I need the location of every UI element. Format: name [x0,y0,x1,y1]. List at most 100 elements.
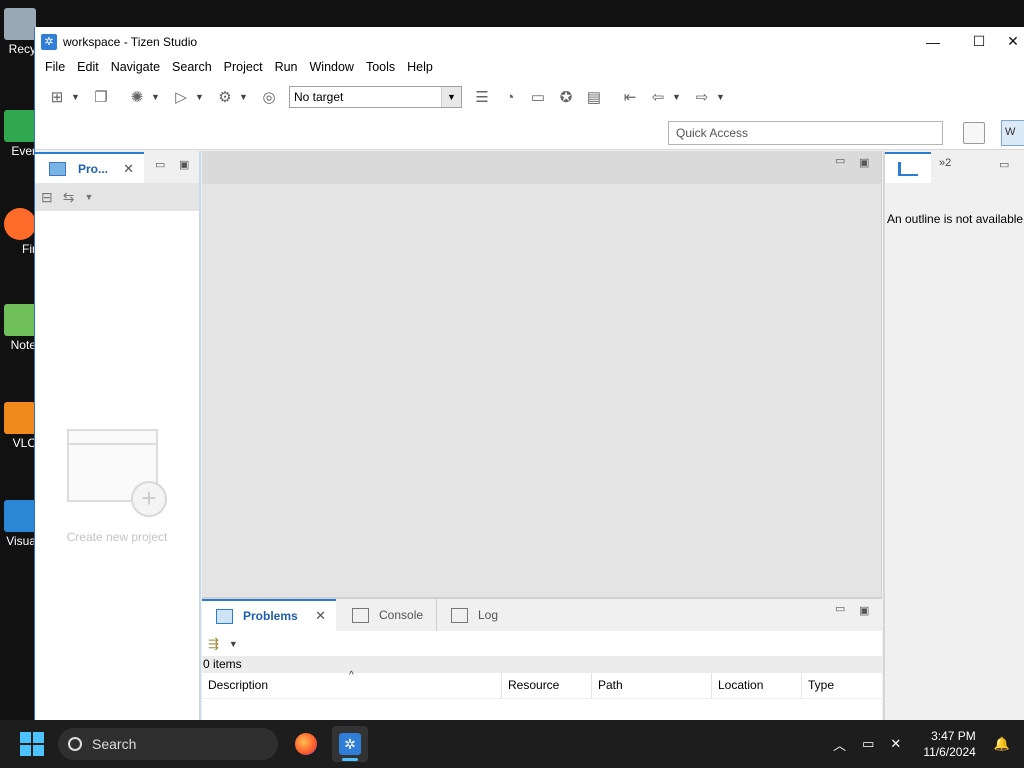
minimize-icon[interactable]: ▭ [835,154,845,167]
problems-toolbar: ⇶ ▼ [202,631,882,656]
firefox-icon [295,733,317,755]
column-resource[interactable]: Resource [502,673,592,698]
menu-run[interactable]: Run [269,60,304,74]
column-type[interactable]: Type [802,673,880,698]
debug-dropdown-icon[interactable]: ▼ [239,92,249,102]
tizen-logo-icon: ✲ [41,33,57,50]
search-icon [68,737,82,751]
system-tray: ︿ ▭ ✕ 3:47 PM 11/6/2024 🔔 [825,728,1024,760]
tab-log[interactable]: Log [436,599,516,631]
target-select[interactable]: No target ▼ [289,86,462,108]
taskbar: Search ✲ ︿ ▭ ✕ 3:47 PM 11/6/2024 🔔 [0,720,1024,768]
menu-window[interactable]: Window [304,60,360,74]
network-icon[interactable]: ▭ [862,736,874,752]
view-menu-icon[interactable]: ▼ [84,192,93,202]
tab-outline[interactable] [885,152,931,183]
menu-bar: File Edit Navigate Search Project Run Wi… [35,56,1024,78]
save-all-icon[interactable]: ❐ [90,86,112,108]
close-icon[interactable]: ✕ [123,161,134,177]
device-manager-icon[interactable]: ☰ [471,86,493,108]
taskbar-search[interactable]: Search [58,728,278,760]
minimize-icon[interactable]: ▭ [999,158,1009,171]
chevron-down-icon[interactable]: ▼ [441,87,461,107]
taskbar-firefox[interactable] [288,726,324,762]
window-title: workspace - Tizen Studio [63,34,198,49]
recycle-bin-icon [4,8,36,40]
tizen-logo-icon: ✲ [339,733,361,755]
chevron-up-icon[interactable]: ︿ [833,735,846,754]
maximize-icon[interactable]: ▣ [859,156,869,169]
column-location[interactable]: Location [712,673,802,698]
title-bar[interactable]: ✲ workspace - Tizen Studio — ☐ ✕ [35,27,1024,56]
run-icon[interactable]: ▷ [170,86,192,108]
close-button[interactable]: ✕ [1002,27,1024,56]
clock[interactable]: 3:47 PM 11/6/2024 [923,728,976,760]
open-perspective-icon[interactable] [963,122,985,144]
maximize-icon[interactable]: ▣ [179,158,189,171]
forward-arrow-icon[interactable]: ⇨ [691,86,713,108]
debug-icon[interactable]: ⚙ [214,86,236,108]
sort-caret-icon: ^ [349,670,354,681]
minimize-icon[interactable]: ▭ [835,602,845,615]
console-icon [352,607,369,623]
stop-icon[interactable]: ◎ [258,86,280,108]
profiler-icon[interactable]: ◔ [499,86,521,108]
build-dropdown-icon[interactable]: ▼ [151,92,161,102]
link-editor-icon[interactable]: ⇆ [63,189,75,206]
project-explorer-icon [49,161,66,176]
clock-time: 3:47 PM [931,729,976,743]
search-file-icon[interactable]: ▤ [583,86,605,108]
perspective-button[interactable]: W [1001,120,1024,146]
collapse-all-icon[interactable]: ⊟ [41,189,53,206]
firefox-icon [4,208,36,240]
menu-help[interactable]: Help [401,60,439,74]
notepad-icon [4,304,36,336]
tab-project-explorer[interactable]: Pro... ✕ [35,152,144,183]
create-new-project-link[interactable]: Create new project [35,530,199,544]
column-path[interactable]: Path [592,673,712,698]
minimize-icon[interactable]: ▭ [155,158,165,171]
taskbar-tizen-studio[interactable]: ✲ [332,726,368,762]
tab-problems[interactable]: Problems ✕ [202,599,336,631]
tab-console[interactable]: Console [338,599,436,631]
archive-icon[interactable]: ▭ [527,86,549,108]
problems-panel: Problems ✕ Console Log ▭ ▣ ⇶ ▼ 0 items ^… [202,597,882,720]
plus-icon[interactable]: + [131,481,167,517]
build-icon[interactable]: ✺ [126,86,148,108]
volume-muted-icon[interactable]: ✕ [890,736,901,752]
menu-search[interactable]: Search [166,60,218,74]
maximize-button[interactable]: ☐ [956,27,1002,56]
forward-dropdown-icon[interactable]: ▼ [716,92,726,102]
maximize-icon[interactable]: ▣ [859,604,869,617]
log-icon [451,607,468,623]
vlc-icon [4,402,36,434]
secondary-toolbar: Quick Access W [35,116,1024,150]
clock-date: 11/6/2024 [923,745,976,759]
back-arrow-icon[interactable]: ⇦ [647,86,669,108]
outline-panel: »2 ▭ An outline is not available. [883,151,1024,720]
notification-bell-icon[interactable]: 🔔 [994,736,1010,752]
run-dropdown-icon[interactable]: ▼ [195,92,205,102]
quick-access-input[interactable]: Quick Access [668,121,943,145]
last-edit-icon[interactable]: ⇤ [619,86,641,108]
new-dropdown-icon[interactable]: ▼ [71,92,81,102]
certificate-icon[interactable]: ✪ [555,86,577,108]
menu-tools[interactable]: Tools [360,60,401,74]
menu-navigate[interactable]: Navigate [105,60,166,74]
view-menu-icon[interactable]: ▼ [229,639,238,649]
start-button[interactable] [20,732,44,756]
close-icon[interactable]: ✕ [315,608,326,624]
project-explorer-tab-label: Pro... [78,161,109,176]
problems-table-header: ^ Description Resource Path Location Typ… [202,670,882,699]
filter-icon[interactable]: ⇶ [208,636,219,652]
outline-message: An outline is not available. [887,212,1024,226]
new-project-icon[interactable]: ⊞ [46,86,68,108]
back-dropdown-icon[interactable]: ▼ [672,92,682,102]
minimize-button[interactable]: — [910,27,956,56]
menu-project[interactable]: Project [218,60,269,74]
target-select-value: No target [294,90,344,104]
overflow-tabs[interactable]: »2 [939,157,951,169]
menu-edit[interactable]: Edit [71,60,105,74]
menu-file[interactable]: File [39,60,71,74]
outline-tabbar: »2 ▭ [885,151,1024,183]
